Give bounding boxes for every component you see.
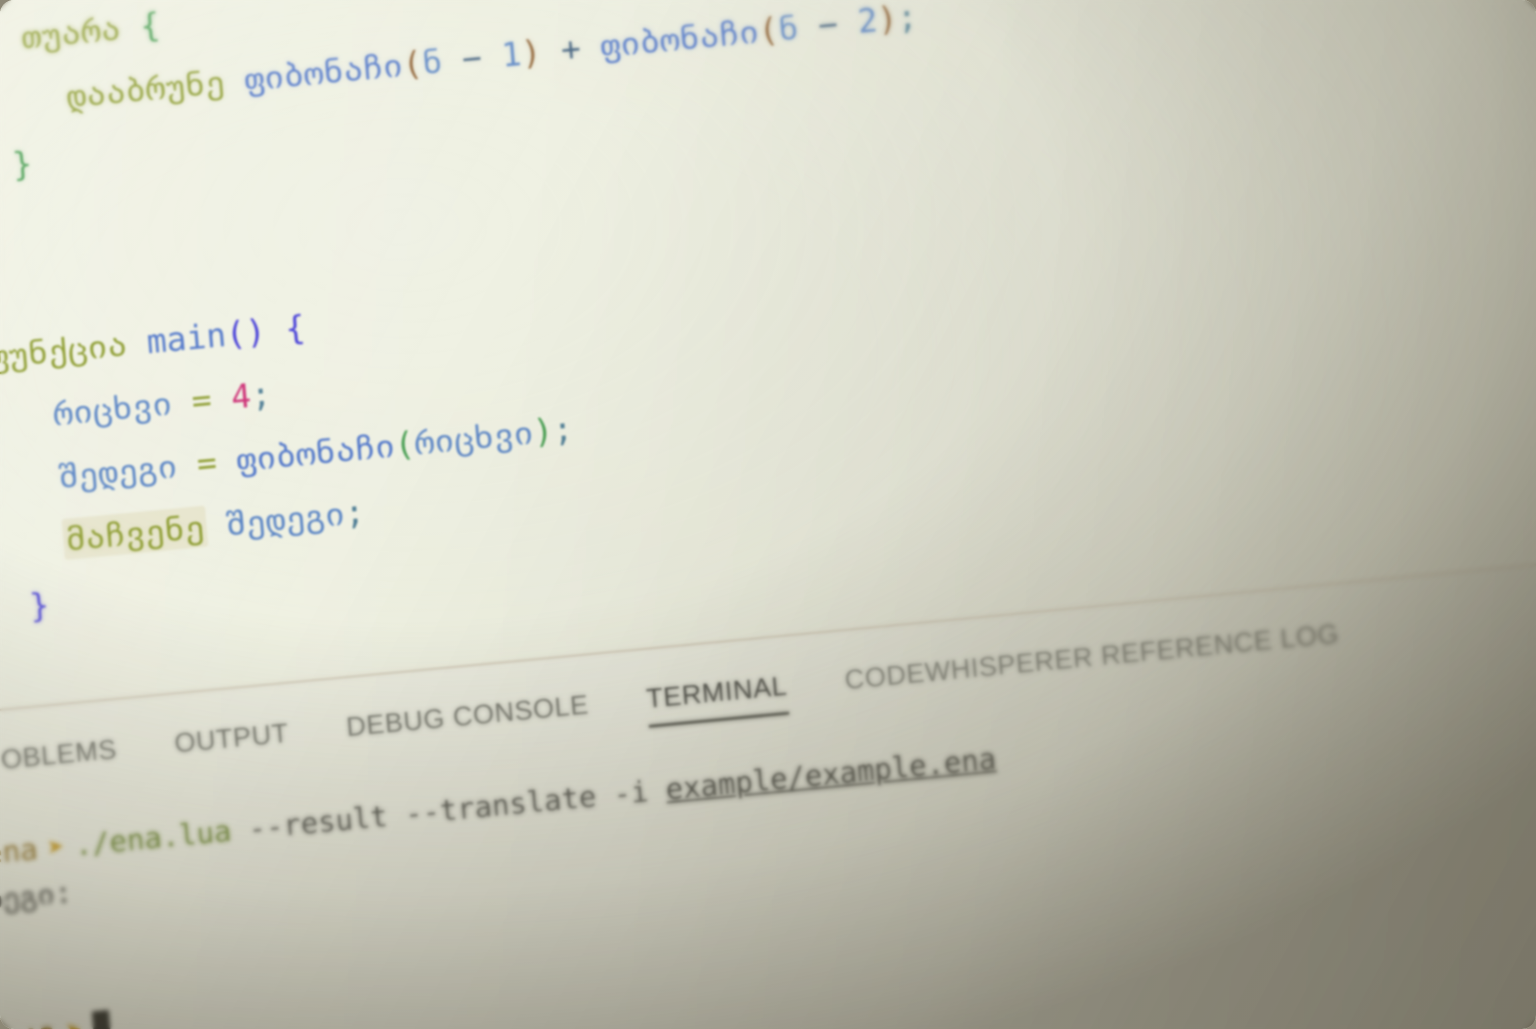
panel-tab-terminal[interactable]: TERMINAL	[645, 670, 790, 728]
code-token: }	[10, 143, 34, 185]
editor-window: } თუარა { დააბრუნე ფიბონაჩი(ნ − 1) + ფიბ…	[0, 0, 1536, 1029]
code-token: ფიბონაჩი	[242, 45, 405, 99]
code-token: −	[796, 2, 860, 47]
code-token: {	[283, 307, 307, 349]
code-token: ()	[224, 311, 268, 354]
code-token: {	[138, 4, 162, 46]
screenshot-stage: } თუარა { დააბრუნე ფიბონაჩი(ნ − 1) + ფიბ…	[0, 0, 1536, 1029]
code-token: =	[175, 440, 239, 486]
panel-tab-debug-console[interactable]: DEBUG CONSOLE	[345, 689, 591, 753]
prompt-chevron-icon: ➤	[45, 829, 67, 865]
terminal-cursor	[91, 1009, 112, 1029]
code-token: რიცხვი	[51, 383, 174, 434]
code-token: −	[440, 35, 504, 81]
code-token: ;	[551, 408, 575, 450]
code-token: ;	[895, 0, 919, 38]
shell-name: ena	[0, 831, 39, 871]
code-token: ფიბონაჩი	[234, 425, 397, 480]
code-token: მაჩვენე	[61, 505, 208, 561]
code-token: +	[539, 26, 603, 71]
panel-tab-output[interactable]: OUTPUT	[173, 718, 291, 770]
code-token: შედეგი	[224, 493, 347, 544]
code-token: ფიბონაჩი	[598, 11, 761, 66]
panel-tab-problems[interactable]: PROBLEMS	[0, 734, 119, 789]
code-token: main	[145, 314, 228, 362]
code-token: დააბრუნე	[64, 60, 247, 116]
code-token: ;	[342, 491, 367, 533]
code-token: შედეგი	[56, 446, 179, 497]
code-token: }	[27, 584, 51, 626]
panel-tab-codewhisperer-reference-log[interactable]: CODEWHISPERER REFERENCE LOG	[844, 619, 1342, 707]
code-token: ;	[249, 374, 273, 415]
prompt-chevron-icon: ➤	[64, 1007, 85, 1029]
code-token: ფუნქცია	[0, 322, 149, 377]
code-token: =	[170, 377, 233, 423]
code-token: რიცხვი	[412, 412, 535, 463]
code-token: თუარა	[0, 6, 142, 59]
